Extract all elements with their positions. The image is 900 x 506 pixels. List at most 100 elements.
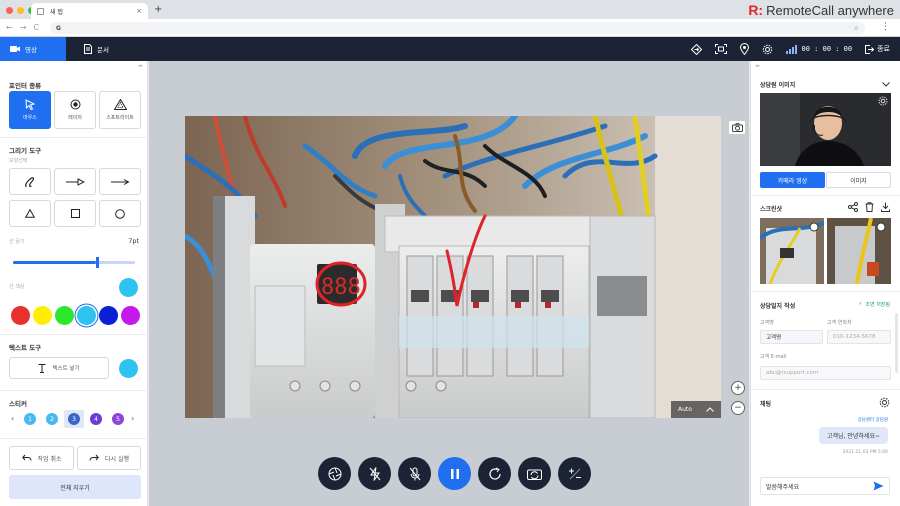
chevron-down-icon[interactable] [882, 82, 890, 87]
mute-mic-button[interactable] [398, 457, 431, 490]
spotlight-icon [113, 99, 127, 110]
screen-capture-icon[interactable] [714, 44, 727, 54]
undo-label: 작업 취소 [37, 455, 62, 463]
undo-button[interactable]: 작업 취소 [9, 446, 74, 470]
sticker-next-icon[interactable]: › [131, 414, 134, 423]
pause-button[interactable] [438, 457, 471, 490]
zoom-controls-button[interactable] [558, 457, 591, 490]
zoom-in-button[interactable]: + [731, 381, 745, 395]
customer-phone-field[interactable]: 010-1234-5678 [827, 330, 891, 344]
divider [751, 195, 900, 196]
location-icon[interactable] [739, 43, 749, 55]
text-color-swatch[interactable] [119, 359, 138, 378]
consultation-log-title: 상담일지 작성 [760, 303, 796, 310]
screenshot-thumbnail[interactable] [827, 217, 891, 285]
pointer-spotlight-button[interactable]: 스포트라이트 [99, 91, 141, 129]
color-swatch[interactable] [99, 306, 118, 325]
tab-document[interactable]: 문서 [74, 37, 134, 61]
address-input[interactable]: G ☆ [50, 22, 865, 34]
add-text-label: 텍스트 넣기 [52, 366, 80, 372]
customer-email-field[interactable]: abc@rsupport.com [760, 366, 891, 380]
switch-camera-button[interactable] [518, 457, 551, 490]
sticker-prev-icon[interactable]: ‹ [11, 414, 14, 423]
flash-off-button[interactable] [358, 457, 391, 490]
freehand-curve-icon [25, 176, 35, 187]
sticker-item[interactable]: 1 [20, 410, 40, 428]
sticker-item[interactable]: 3 [64, 410, 84, 428]
close-window-button[interactable] [6, 7, 13, 14]
chat-input[interactable]: 말씀해주세요 [760, 477, 890, 495]
brand-name: RemoteCall anywhere [766, 2, 894, 18]
sticker-item[interactable]: 4 [86, 410, 106, 428]
redo-button[interactable]: 다시 실행 [77, 446, 141, 470]
screenshot-thumbnail[interactable] [758, 218, 825, 285]
aperture-button[interactable] [318, 457, 351, 490]
signal-strength-icon [785, 44, 797, 54]
slider-thumb[interactable] [95, 257, 99, 268]
browser-tab[interactable]: 새 탭 × [31, 3, 148, 19]
line-thickness-slider[interactable] [13, 257, 135, 268]
resolution-auto-label: Auto [678, 406, 692, 413]
download-icon[interactable] [881, 202, 890, 212]
color-swatch[interactable] [121, 306, 140, 325]
share-icon[interactable] [848, 202, 858, 212]
plus-minus-icon [568, 468, 581, 479]
color-swatch[interactable] [33, 306, 52, 325]
minimize-window-button[interactable] [17, 7, 24, 14]
pointer-mouse-button[interactable]: 마우스 [9, 91, 51, 129]
image-tab[interactable]: 이미지 [826, 172, 891, 188]
clear-all-button[interactable]: 전체 지우기 [9, 475, 141, 499]
square-icon [70, 209, 80, 218]
circle-shape-button[interactable] [99, 200, 141, 227]
nav-buttons: ← → C [6, 23, 39, 32]
reload-icon[interactable]: C [33, 23, 39, 32]
settings-gear-icon[interactable] [762, 44, 773, 55]
tab-close-icon[interactable]: × [136, 7, 142, 15]
color-swatch[interactable] [11, 306, 30, 325]
forward-icon[interactable]: → [20, 23, 27, 32]
trash-icon[interactable] [865, 202, 874, 212]
pointer-type-title: 포인터 종류 [9, 82, 42, 90]
rectangle-shape-button[interactable] [54, 200, 96, 227]
line-thickness-value: 7pt [128, 237, 139, 245]
resolution-auto-toggle[interactable]: Auto [671, 401, 721, 418]
end-session-button[interactable]: 종료 [865, 44, 890, 54]
end-session-label: 종료 [877, 45, 890, 53]
customer-name-field[interactable]: 고객명 [760, 330, 823, 344]
add-text-button[interactable]: 텍스트 넣기 [9, 357, 109, 379]
color-swatch[interactable] [55, 306, 74, 325]
chat-settings-icon[interactable] [879, 397, 890, 408]
camera-capture-button[interactable] [728, 120, 746, 135]
pointer-mouse-label: 마우스 [23, 115, 37, 121]
freehand-pen-button[interactable] [9, 168, 51, 195]
sticker-item[interactable]: 2 [42, 410, 62, 428]
shape-select-label: 모양선택 [9, 158, 28, 164]
new-tab-button[interactable]: + [154, 4, 162, 15]
laser-icon [70, 99, 80, 110]
sticker-item[interactable]: 5 [108, 410, 128, 428]
shared-camera-video[interactable]: 888 Auto [185, 116, 721, 418]
sticker-title: 스티커 [9, 400, 27, 408]
browser-menu-icon[interactable]: ⋮ [881, 22, 890, 32]
camera-settings-icon[interactable] [878, 96, 888, 106]
brand-logo: R: RemoteCall anywhere [748, 2, 894, 18]
back-icon[interactable]: ← [6, 23, 13, 32]
send-icon[interactable] [873, 481, 884, 491]
triangle-shape-button[interactable] [9, 200, 51, 227]
sticker-number-badge: 1 [24, 413, 36, 425]
color-swatch[interactable] [77, 306, 96, 325]
pointer-share-icon[interactable] [690, 43, 702, 55]
panel-collapse-handle[interactable]: ◂▸ [755, 63, 760, 69]
camera-video-tab[interactable]: 카메라 영상 [760, 172, 825, 188]
refresh-button[interactable] [478, 457, 511, 490]
zoom-out-button[interactable]: − [731, 401, 745, 415]
tab-video[interactable]: 영상 [0, 37, 66, 61]
arrow-simple-button[interactable] [99, 168, 141, 195]
customer-email-label: 고객 E-mail [760, 354, 787, 360]
pointer-laser-button[interactable]: 레이저 [54, 91, 96, 129]
bookmark-star-icon[interactable]: ☆ [854, 25, 859, 32]
current-color-swatch[interactable] [119, 278, 138, 297]
log-scrollbar[interactable] [895, 313, 898, 373]
panel-collapse-handle[interactable]: ◂▸ [138, 63, 143, 69]
arrow-line-button[interactable] [54, 168, 96, 195]
